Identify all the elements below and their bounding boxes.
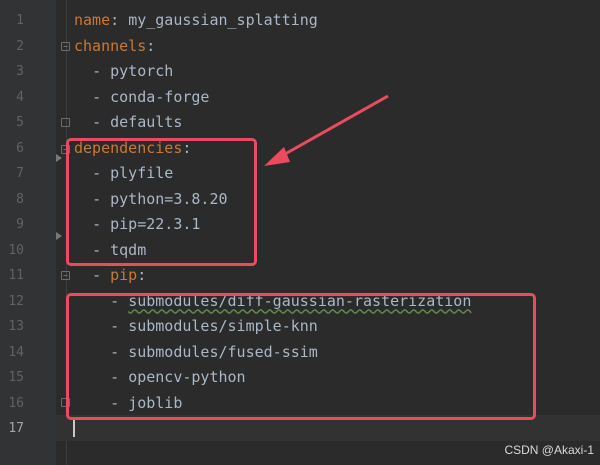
watermark: CSDN @Akaxi-1 <box>504 443 594 457</box>
arrow-head <box>264 147 290 166</box>
arrow-shaft <box>277 94 389 160</box>
annotation-arrow-icon <box>264 94 389 166</box>
